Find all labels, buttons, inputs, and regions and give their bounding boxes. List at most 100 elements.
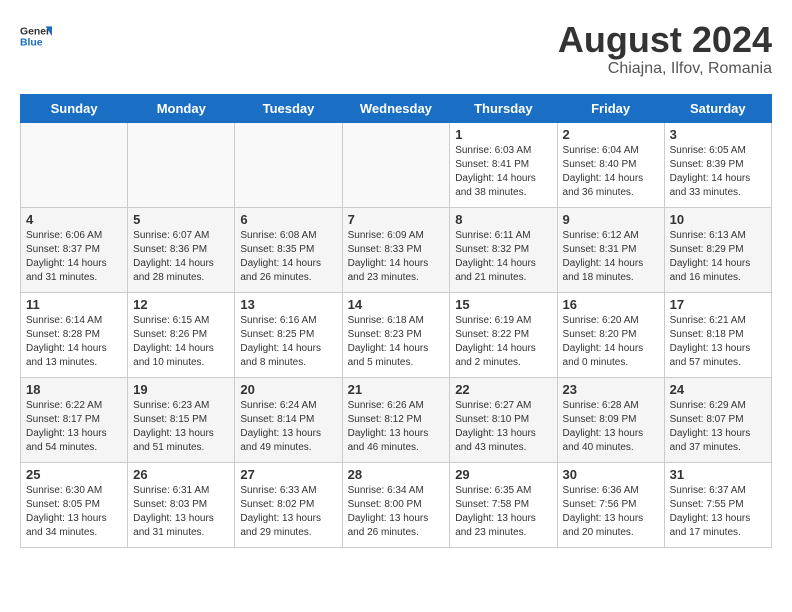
day-info: Sunrise: 6:15 AM Sunset: 8:26 PM Dayligh… bbox=[133, 314, 229, 370]
header-row: SundayMondayTuesdayWednesdayThursdayFrid… bbox=[21, 94, 772, 122]
day-number: 11 bbox=[26, 297, 122, 312]
day-number: 1 bbox=[455, 127, 551, 142]
day-number: 14 bbox=[348, 297, 445, 312]
svg-text:Blue: Blue bbox=[20, 38, 43, 49]
header-friday: Friday bbox=[557, 94, 664, 122]
calendar-cell: 24 Sunrise: 6:29 AM Sunset: 8:07 PM Dayli… bbox=[664, 377, 771, 462]
day-number: 21 bbox=[348, 382, 445, 397]
header-saturday: Saturday bbox=[664, 94, 771, 122]
day-info: Sunrise: 6:30 AM Sunset: 8:05 PM Dayligh… bbox=[26, 484, 122, 540]
day-number: 20 bbox=[240, 382, 336, 397]
header-sunday: Sunday bbox=[21, 94, 128, 122]
day-number: 17 bbox=[670, 297, 766, 312]
day-info: Sunrise: 6:07 AM Sunset: 8:36 PM Dayligh… bbox=[133, 229, 229, 285]
day-info: Sunrise: 6:37 AM Sunset: 7:55 PM Dayligh… bbox=[670, 484, 766, 540]
calendar-cell: 8 Sunrise: 6:11 AM Sunset: 8:32 PM Daylig… bbox=[450, 207, 557, 292]
day-info: Sunrise: 6:18 AM Sunset: 8:23 PM Dayligh… bbox=[348, 314, 445, 370]
day-number: 15 bbox=[455, 297, 551, 312]
day-info: Sunrise: 6:16 AM Sunset: 8:25 PM Dayligh… bbox=[240, 314, 336, 370]
day-number: 18 bbox=[26, 382, 122, 397]
day-info: Sunrise: 6:03 AM Sunset: 8:41 PM Dayligh… bbox=[455, 144, 551, 200]
title-area: August 2024 Chiajna, Ilfov, Romania bbox=[558, 20, 772, 78]
day-info: Sunrise: 6:08 AM Sunset: 8:35 PM Dayligh… bbox=[240, 229, 336, 285]
calendar-cell: 16Sunrise: 6:20 AM Sunset: 8:20 PM Dayli… bbox=[557, 292, 664, 377]
calendar-table: SundayMondayTuesdayWednesdayThursdayFrid… bbox=[20, 94, 772, 548]
day-info: Sunrise: 6:34 AM Sunset: 8:00 PM Dayligh… bbox=[348, 484, 445, 540]
calendar-cell: 15 Sunrise: 6:19 AM Sunset: 8:22 PM Dayli… bbox=[450, 292, 557, 377]
calendar-cell: 18Sunrise: 6:22 AM Sunset: 8:17 PM Dayli… bbox=[21, 377, 128, 462]
day-number: 9 bbox=[563, 212, 659, 227]
day-info: Sunrise: 6:24 AM Sunset: 8:14 PM Dayligh… bbox=[240, 399, 336, 455]
day-info: Sunrise: 6:20 AM Sunset: 8:20 PM Dayligh… bbox=[563, 314, 659, 370]
calendar-cell: 21 Sunrise: 6:26 AM Sunset: 8:12 PM Dayli… bbox=[342, 377, 450, 462]
day-info: Sunrise: 6:09 AM Sunset: 8:33 PM Dayligh… bbox=[348, 229, 445, 285]
calendar-cell: 31 Sunrise: 6:37 AM Sunset: 7:55 PM Dayli… bbox=[664, 462, 771, 547]
calendar-cell: 29 Sunrise: 6:35 AM Sunset: 7:58 PM Dayli… bbox=[450, 462, 557, 547]
calendar-cell: 3Sunrise: 6:05 AM Sunset: 8:39 PM Daylig… bbox=[664, 122, 771, 207]
calendar-cell: 2 Sunrise: 6:04 AM Sunset: 8:40 PM Daylig… bbox=[557, 122, 664, 207]
day-info: Sunrise: 6:36 AM Sunset: 7:56 PM Dayligh… bbox=[563, 484, 659, 540]
calendar-cell: 23 Sunrise: 6:28 AM Sunset: 8:09 PM Dayli… bbox=[557, 377, 664, 462]
calendar-cell: 27Sunrise: 6:33 AM Sunset: 8:02 PM Dayli… bbox=[235, 462, 342, 547]
calendar-cell: 5 Sunrise: 6:07 AM Sunset: 8:36 PM Daylig… bbox=[128, 207, 235, 292]
day-number: 3 bbox=[670, 127, 766, 142]
calendar-cell: 7Sunrise: 6:09 AM Sunset: 8:33 PM Daylig… bbox=[342, 207, 450, 292]
day-info: Sunrise: 6:19 AM Sunset: 8:22 PM Dayligh… bbox=[455, 314, 551, 370]
calendar-cell: 19 Sunrise: 6:23 AM Sunset: 8:15 PM Dayli… bbox=[128, 377, 235, 462]
day-number: 19 bbox=[133, 382, 229, 397]
calendar-cell: 6Sunrise: 6:08 AM Sunset: 8:35 PM Daylig… bbox=[235, 207, 342, 292]
calendar-cell: 22 Sunrise: 6:27 AM Sunset: 8:10 PM Dayli… bbox=[450, 377, 557, 462]
day-number: 12 bbox=[133, 297, 229, 312]
calendar-cell: 26 Sunrise: 6:31 AM Sunset: 8:03 PM Dayli… bbox=[128, 462, 235, 547]
day-info: Sunrise: 6:11 AM Sunset: 8:32 PM Dayligh… bbox=[455, 229, 551, 285]
week-row-4: 18Sunrise: 6:22 AM Sunset: 8:17 PM Dayli… bbox=[21, 377, 772, 462]
day-number: 26 bbox=[133, 467, 229, 482]
day-number: 8 bbox=[455, 212, 551, 227]
calendar-cell: 25 Sunrise: 6:30 AM Sunset: 8:05 PM Dayli… bbox=[21, 462, 128, 547]
day-info: Sunrise: 6:26 AM Sunset: 8:12 PM Dayligh… bbox=[348, 399, 445, 455]
day-info: Sunrise: 6:31 AM Sunset: 8:03 PM Dayligh… bbox=[133, 484, 229, 540]
day-number: 31 bbox=[670, 467, 766, 482]
location: Chiajna, Ilfov, Romania bbox=[558, 60, 772, 78]
calendar-cell: 17Sunrise: 6:21 AM Sunset: 8:18 PM Dayli… bbox=[664, 292, 771, 377]
day-info: Sunrise: 6:04 AM Sunset: 8:40 PM Dayligh… bbox=[563, 144, 659, 200]
day-number: 2 bbox=[563, 127, 659, 142]
day-number: 23 bbox=[563, 382, 659, 397]
day-number: 30 bbox=[563, 467, 659, 482]
calendar-cell: 30 Sunrise: 6:36 AM Sunset: 7:56 PM Dayli… bbox=[557, 462, 664, 547]
day-info: Sunrise: 6:23 AM Sunset: 8:15 PM Dayligh… bbox=[133, 399, 229, 455]
logo: General Blue bbox=[20, 20, 52, 52]
calendar-cell: 1 Sunrise: 6:03 AM Sunset: 8:41 PM Daylig… bbox=[450, 122, 557, 207]
week-row-1: 1 Sunrise: 6:03 AM Sunset: 8:41 PM Daylig… bbox=[21, 122, 772, 207]
day-number: 10 bbox=[670, 212, 766, 227]
day-info: Sunrise: 6:28 AM Sunset: 8:09 PM Dayligh… bbox=[563, 399, 659, 455]
day-number: 13 bbox=[240, 297, 336, 312]
day-number: 22 bbox=[455, 382, 551, 397]
calendar-cell bbox=[21, 122, 128, 207]
calendar-cell: 10Sunrise: 6:13 AM Sunset: 8:29 PM Dayli… bbox=[664, 207, 771, 292]
calendar-cell bbox=[342, 122, 450, 207]
day-info: Sunrise: 6:35 AM Sunset: 7:58 PM Dayligh… bbox=[455, 484, 551, 540]
day-info: Sunrise: 6:29 AM Sunset: 8:07 PM Dayligh… bbox=[670, 399, 766, 455]
day-info: Sunrise: 6:27 AM Sunset: 8:10 PM Dayligh… bbox=[455, 399, 551, 455]
calendar-cell: 11Sunrise: 6:14 AM Sunset: 8:28 PM Dayli… bbox=[21, 292, 128, 377]
logo-icon: General Blue bbox=[20, 20, 52, 52]
calendar-cell: 4Sunrise: 6:06 AM Sunset: 8:37 PM Daylig… bbox=[21, 207, 128, 292]
day-number: 29 bbox=[455, 467, 551, 482]
calendar-cell bbox=[128, 122, 235, 207]
calendar-cell: 12 Sunrise: 6:15 AM Sunset: 8:26 PM Dayli… bbox=[128, 292, 235, 377]
header: General Blue August 2024 Chiajna, Ilfov,… bbox=[20, 20, 772, 78]
day-number: 5 bbox=[133, 212, 229, 227]
day-number: 25 bbox=[26, 467, 122, 482]
day-number: 28 bbox=[348, 467, 445, 482]
calendar-cell: 14 Sunrise: 6:18 AM Sunset: 8:23 PM Dayli… bbox=[342, 292, 450, 377]
calendar-cell bbox=[235, 122, 342, 207]
calendar-cell: 9Sunrise: 6:12 AM Sunset: 8:31 PM Daylig… bbox=[557, 207, 664, 292]
day-number: 4 bbox=[26, 212, 122, 227]
week-row-2: 4Sunrise: 6:06 AM Sunset: 8:37 PM Daylig… bbox=[21, 207, 772, 292]
header-wednesday: Wednesday bbox=[342, 94, 450, 122]
calendar-cell: 28 Sunrise: 6:34 AM Sunset: 8:00 PM Dayli… bbox=[342, 462, 450, 547]
day-number: 24 bbox=[670, 382, 766, 397]
week-row-3: 11Sunrise: 6:14 AM Sunset: 8:28 PM Dayli… bbox=[21, 292, 772, 377]
calendar-cell: 13 Sunrise: 6:16 AM Sunset: 8:25 PM Dayli… bbox=[235, 292, 342, 377]
